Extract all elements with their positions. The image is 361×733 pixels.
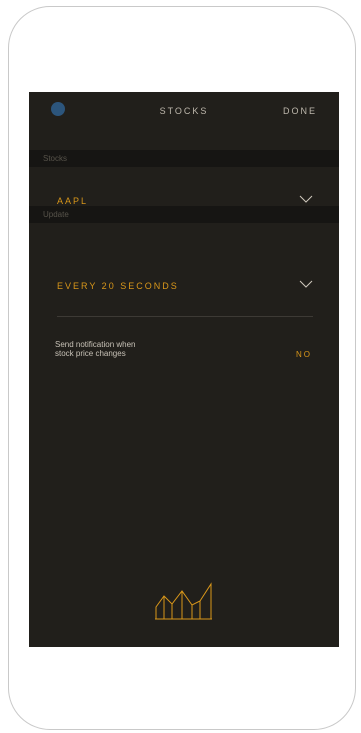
chevron-down-icon [299, 195, 313, 203]
notification-label: Send notification when stock price chang… [55, 340, 205, 358]
update-interval-select[interactable]: EVERY 20 SECONDS [29, 268, 339, 306]
section-label-stocks: Stocks [43, 154, 68, 163]
section-header-stocks: Stocks [29, 150, 339, 167]
app-screen: STOCKS DONE Stocks AAPL Update EVERY 20 … [29, 92, 339, 647]
update-interval-value: EVERY 20 SECONDS [57, 281, 179, 291]
top-bar: STOCKS DONE [29, 92, 339, 132]
notification-label-line1: Send notification when [55, 340, 136, 349]
stock-select-value: AAPL [57, 196, 89, 206]
section-header-update: Update [29, 206, 339, 223]
notification-label-line2: stock price changes [55, 349, 126, 358]
section-label-update: Update [43, 210, 69, 219]
chevron-down-icon [299, 280, 313, 288]
notification-toggle[interactable]: NO [296, 350, 312, 359]
stock-chart-logo-icon [155, 582, 212, 620]
divider [57, 316, 313, 317]
cursor-indicator [51, 102, 65, 116]
done-button[interactable]: DONE [283, 106, 317, 116]
